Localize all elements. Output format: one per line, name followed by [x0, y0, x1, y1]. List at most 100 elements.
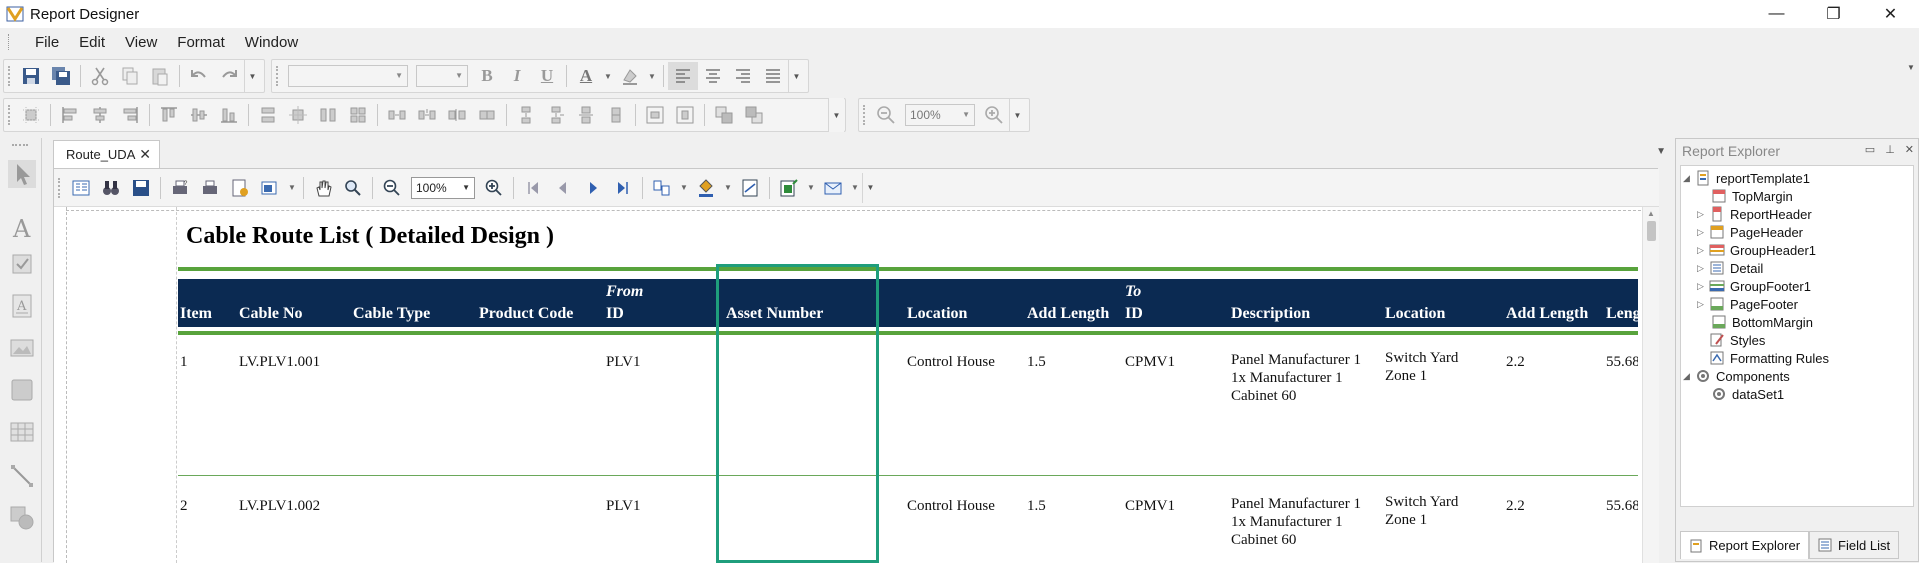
align-tops-button[interactable] [154, 101, 184, 129]
document-map-button[interactable] [66, 174, 96, 202]
tree-node-detail[interactable]: ▷ Detail [1697, 258, 1763, 278]
previous-page-button[interactable] [548, 174, 578, 202]
tree-node-group-footer[interactable]: ▷ GroupFooter1 [1697, 276, 1811, 296]
close-tab-icon[interactable]: ✕ [139, 146, 151, 163]
h-spacing-increase-button[interactable] [412, 101, 442, 129]
preview-zoom-in-button[interactable] [479, 174, 509, 202]
expand-icon[interactable]: ▷ [1697, 299, 1709, 310]
expand-icon[interactable]: ▷ [1697, 263, 1709, 274]
bring-to-front-button[interactable] [709, 101, 739, 129]
menu-edit[interactable]: Edit [69, 34, 115, 51]
close-button[interactable]: ✕ [1862, 0, 1919, 28]
preview-zoom-combo[interactable]: 100% ▼ [411, 176, 475, 199]
v-spacing-remove-button[interactable] [601, 101, 631, 129]
same-size-button[interactable] [343, 101, 373, 129]
multiple-pages-dropdown[interactable]: ▼ [677, 174, 691, 202]
align-left-button[interactable] [668, 62, 698, 90]
tree-node-report-template[interactable]: ◢ reportTemplate1 [1683, 168, 1810, 188]
menu-file[interactable]: File [25, 34, 69, 51]
tab-list-dropdown[interactable]: ▼ [1656, 146, 1666, 157]
background-color-dropdown[interactable]: ▼ [721, 174, 735, 202]
tree-node-dataset[interactable]: dataSet1 [1711, 384, 1784, 404]
undo-button[interactable] [184, 62, 214, 90]
scrollbar-thumb[interactable] [1647, 221, 1656, 241]
align-to-grid-button[interactable] [16, 101, 46, 129]
last-page-button[interactable] [608, 174, 638, 202]
menu-window[interactable]: Window [235, 34, 308, 51]
vertical-scrollbar[interactable]: ▲ [1642, 207, 1659, 563]
tree-node-page-header[interactable]: ▷ PageHeader [1697, 222, 1803, 242]
toolbar-overflow-button[interactable]: ▼ [788, 59, 804, 93]
align-bottoms-button[interactable] [214, 101, 244, 129]
scale-button[interactable] [255, 174, 285, 202]
back-color-dropdown[interactable]: ▼ [645, 62, 659, 90]
h-spacing-equal-button[interactable] [382, 101, 412, 129]
toolbar-overflow-button[interactable]: ▼ [244, 59, 260, 93]
export-dropdown[interactable]: ▼ [804, 174, 818, 202]
float-panel-icon[interactable]: ▭ [1865, 143, 1875, 156]
shape-tool[interactable] [8, 504, 36, 532]
v-spacing-decrease-button[interactable] [571, 101, 601, 129]
save-button[interactable] [16, 62, 46, 90]
send-email-button[interactable] [818, 174, 848, 202]
table-tool[interactable] [8, 418, 36, 446]
label-tool[interactable]: A [8, 214, 36, 242]
checkbox-tool[interactable] [8, 250, 36, 278]
multiple-pages-button[interactable] [647, 174, 677, 202]
size-to-grid-button[interactable] [283, 101, 313, 129]
watermark-button[interactable] [735, 174, 765, 202]
v-spacing-increase-button[interactable] [541, 101, 571, 129]
center-vertically-button[interactable] [670, 101, 700, 129]
tree-node-styles[interactable]: Styles [1697, 330, 1765, 350]
align-lefts-button[interactable] [55, 101, 85, 129]
line-tool[interactable] [8, 462, 36, 490]
tab-report-explorer[interactable]: Report Explorer [1680, 531, 1810, 559]
collapse-icon[interactable]: ◢ [1683, 371, 1695, 382]
toolbar-overflow-button[interactable]: ▼ [828, 98, 844, 132]
tree-node-page-footer[interactable]: ▷ PageFooter [1697, 294, 1798, 314]
tree-node-top-margin[interactable]: TopMargin [1711, 186, 1793, 206]
same-width-button[interactable] [253, 101, 283, 129]
menu-view[interactable]: View [115, 34, 167, 51]
tab-field-list[interactable]: Field List [1809, 531, 1900, 559]
expand-icon[interactable]: ▷ [1697, 209, 1709, 220]
cut-button[interactable] [85, 62, 115, 90]
restore-button[interactable]: ❐ [1805, 0, 1862, 28]
zoom-out-button[interactable] [871, 101, 901, 129]
align-middles-button[interactable] [184, 101, 214, 129]
save-all-button[interactable] [46, 62, 76, 90]
next-page-button[interactable] [578, 174, 608, 202]
menu-format[interactable]: Format [167, 34, 235, 51]
toolbar-overflow-button[interactable]: ▼ [1009, 98, 1025, 132]
print-dialog-button[interactable]: ? [165, 174, 195, 202]
first-page-button[interactable] [518, 174, 548, 202]
hand-tool-button[interactable] [308, 174, 338, 202]
align-rights-button[interactable] [115, 101, 145, 129]
preview-save-button[interactable] [126, 174, 156, 202]
pin-icon[interactable]: ⊥ [1885, 143, 1895, 156]
h-spacing-remove-button[interactable] [472, 101, 502, 129]
pointer-tool[interactable] [8, 160, 36, 188]
expand-icon[interactable]: ▷ [1697, 281, 1709, 292]
tree-node-group-header[interactable]: ▷ GroupHeader1 [1697, 240, 1816, 260]
h-spacing-decrease-button[interactable] [442, 101, 472, 129]
magnifier-button[interactable] [338, 174, 368, 202]
scroll-up-icon[interactable]: ▲ [1647, 209, 1655, 218]
tree-node-report-header[interactable]: ▷ ReportHeader [1697, 204, 1812, 224]
tree-node-bottom-margin[interactable]: BottomMargin [1711, 312, 1813, 332]
v-spacing-equal-button[interactable] [511, 101, 541, 129]
center-horizontally-button[interactable] [640, 101, 670, 129]
collapse-icon[interactable]: ◢ [1683, 173, 1695, 184]
expand-icon[interactable]: ▷ [1697, 227, 1709, 238]
expand-icon[interactable]: ▷ [1697, 245, 1709, 256]
preview-zoom-out-button[interactable] [377, 174, 407, 202]
align-right-button[interactable] [728, 62, 758, 90]
align-centers-button[interactable] [85, 101, 115, 129]
export-button[interactable] [774, 174, 804, 202]
same-height-button[interactable] [313, 101, 343, 129]
toolbar-overflow-button[interactable]: ▼ [862, 172, 878, 203]
richtext-tool[interactable]: A [8, 292, 36, 320]
quick-print-button[interactable] [195, 174, 225, 202]
send-to-back-button[interactable] [739, 101, 769, 129]
bold-button[interactable]: B [472, 62, 502, 90]
